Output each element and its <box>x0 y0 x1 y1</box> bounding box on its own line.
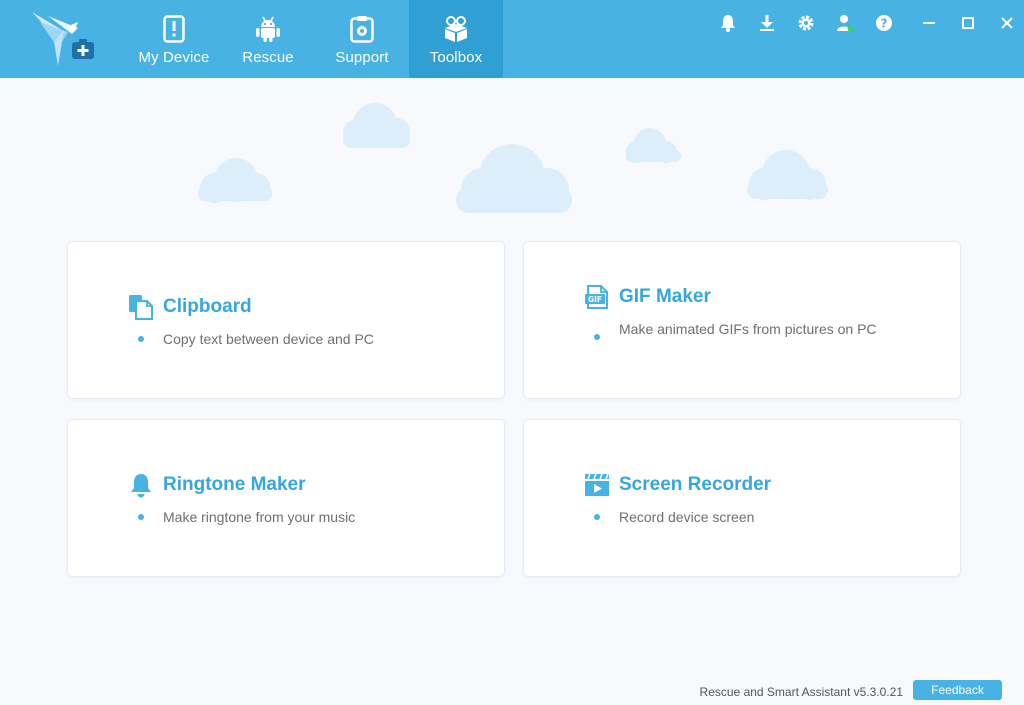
bullet-dot <box>594 514 600 520</box>
bell-icon <box>128 472 154 498</box>
card-title: Screen Recorder <box>619 474 772 495</box>
toolbox-icon <box>441 14 471 44</box>
tab-rescue[interactable]: Rescue <box>221 0 315 78</box>
bell-icon[interactable] <box>714 9 741 37</box>
user-icon[interactable] <box>831 9 858 37</box>
download-icon[interactable] <box>753 9 780 37</box>
cloud-shape <box>747 150 828 200</box>
bullet-dot <box>138 336 144 342</box>
tool-card-ringtone-maker[interactable]: Ringtone Maker Make ringtone from your m… <box>67 419 505 577</box>
main-tabs: My Device Rescue Support Toolbox <box>127 0 503 78</box>
help-icon[interactable]: ? <box>870 9 897 37</box>
phone-alert-icon <box>159 14 189 44</box>
cloud-shape <box>343 103 410 148</box>
svg-text:?: ? <box>880 17 887 31</box>
tab-my-device[interactable]: My Device <box>127 0 221 78</box>
android-icon <box>253 14 283 44</box>
minimize-icon[interactable] <box>915 9 942 37</box>
card-title: Clipboard <box>163 296 252 317</box>
tab-label: Rescue <box>242 49 294 66</box>
card-title: GIF Maker <box>619 286 711 307</box>
gear-icon[interactable] <box>792 9 819 37</box>
window-controls: ? <box>702 9 1024 37</box>
feedback-button[interactable]: Feedback <box>913 680 1002 700</box>
video-recorder-icon <box>584 472 610 498</box>
bullet-dot <box>138 514 144 520</box>
card-title: Ringtone Maker <box>163 474 306 495</box>
gif-icon: GIF <box>584 284 610 310</box>
tool-card-gif-maker[interactable]: GIF GIF Maker Make animated GIFs from pi… <box>523 241 961 399</box>
tab-label: My Device <box>138 49 210 66</box>
tool-card-screen-recorder[interactable]: Screen Recorder Record device screen <box>523 419 961 577</box>
tab-support[interactable]: Support <box>315 0 409 78</box>
card-description: Make ringtone from your music <box>163 509 356 525</box>
cloud-illustration <box>198 103 828 213</box>
card-description: Copy text between device and PC <box>163 331 374 347</box>
top-bar: My Device Rescue Support Toolbox ? <box>0 0 1024 78</box>
clipboard-icon <box>128 294 154 320</box>
tool-card-clipboard[interactable]: Clipboard Copy text between device and P… <box>67 241 505 399</box>
gif-icon-text: GIF <box>588 295 602 304</box>
clipboard-gear-icon <box>347 14 377 44</box>
tab-label: Toolbox <box>429 49 483 66</box>
cloud-shape <box>456 144 572 213</box>
bullet-dot <box>594 334 600 340</box>
card-description: Record device screen <box>619 509 755 525</box>
card-description: Make animated GIFs from pictures on PC <box>619 321 877 337</box>
maximize-icon[interactable] <box>954 9 981 37</box>
cloud-shape <box>626 128 681 163</box>
close-icon[interactable] <box>993 9 1020 37</box>
version-text: Rescue and Smart Assistant v5.3.0.21 <box>699 685 903 699</box>
tab-label: Support <box>335 49 389 66</box>
tab-toolbox[interactable]: Toolbox <box>409 0 503 78</box>
cloud-shape <box>198 158 272 203</box>
app-logo <box>28 8 100 70</box>
